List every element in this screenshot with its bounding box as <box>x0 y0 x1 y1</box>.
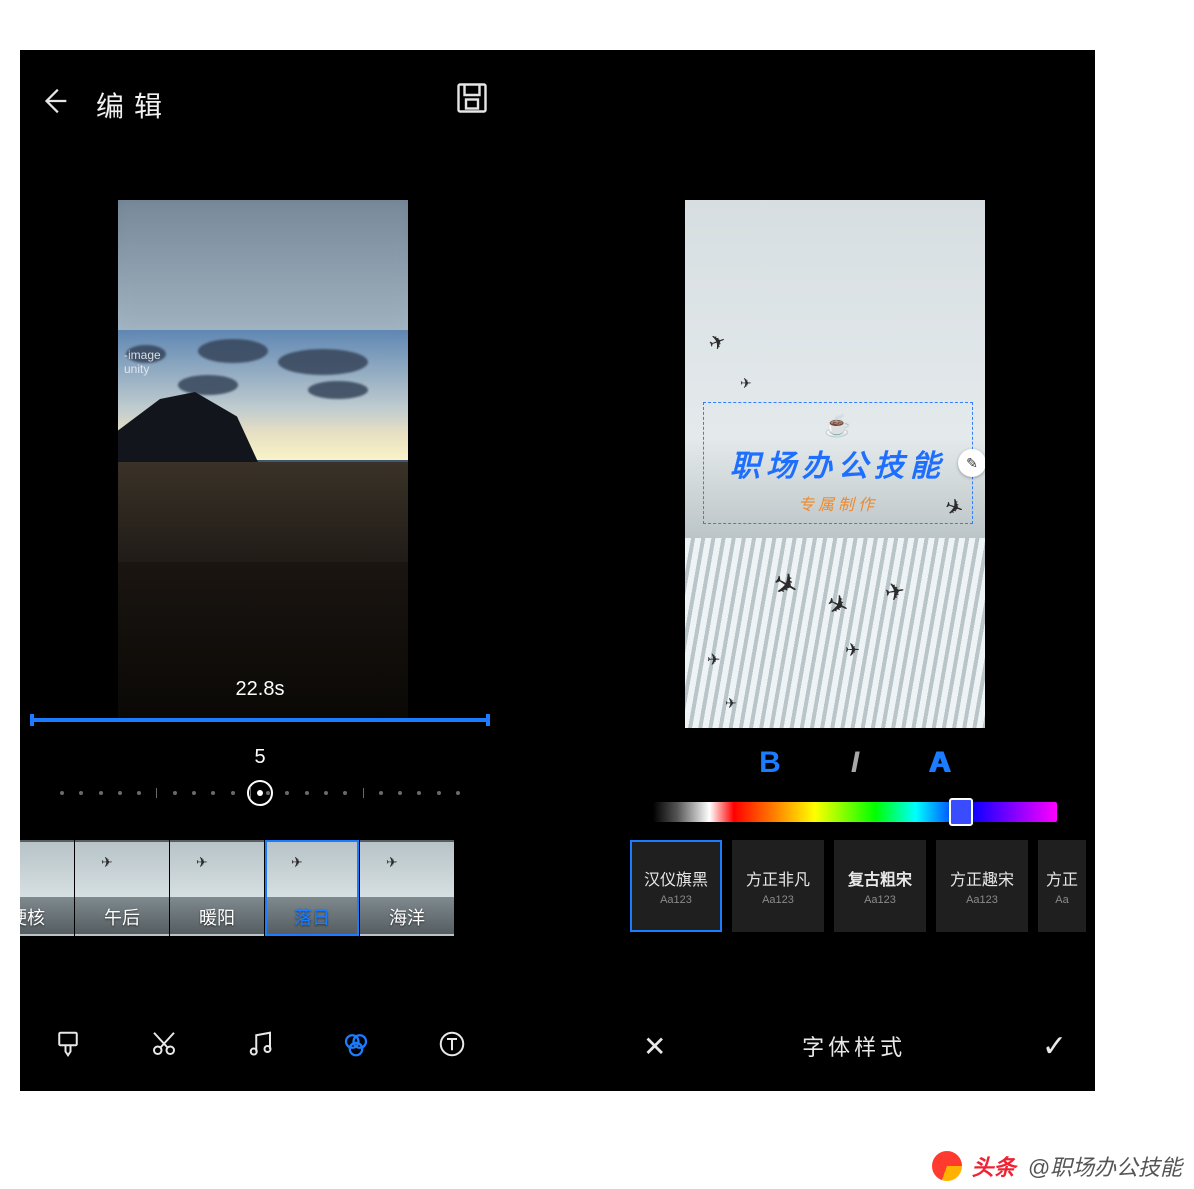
font-option[interactable]: 方正趣宋 Aa123 <box>936 840 1028 932</box>
font-sample: Aa <box>1055 894 1068 906</box>
font-name: 复古粗宋 <box>848 866 912 890</box>
close-icon[interactable]: ✕ <box>643 1030 666 1063</box>
font-name: 方正非凡 <box>746 866 810 890</box>
filter-option[interactable]: ✈ 午后 <box>75 840 169 936</box>
filter-option[interactable]: ✈ 暖阳 <box>170 840 264 936</box>
text-overlay[interactable]: ☕ 职场办公技能 专属制作 ✎ <box>703 402 973 524</box>
video-preview[interactable]: ✈ ✈ ✈ ✈ ✈ ✈ ✈ ✈ ✈ ☕ 职场办公技能 专属制作 ✎ <box>685 200 985 728</box>
color-slider-handle[interactable] <box>949 798 973 826</box>
editor-text-style-screen: ✈ ✈ ✈ ✈ ✈ ✈ ✈ ✈ ✈ ☕ 职场办公技能 专属制作 ✎ B I A <box>615 50 1095 1091</box>
panel-title: 字体样式 <box>802 1030 906 1062</box>
font-option[interactable]: 方正 Aa <box>1038 840 1086 932</box>
video-preview[interactable]: -image unity <box>118 200 408 722</box>
filter-label: 硬核 <box>20 904 72 930</box>
title-sub: 专属制作 <box>716 491 960 515</box>
editor-bottom-bar <box>20 1011 500 1081</box>
watermark-brand: 头条 <box>972 1150 1016 1182</box>
slider-value: 5 <box>20 746 500 769</box>
filter-label: 暖阳 <box>172 904 262 930</box>
italic-toggle[interactable]: I <box>851 746 859 780</box>
music-icon[interactable] <box>245 1029 275 1064</box>
duration-label: 22.8s <box>20 678 500 701</box>
font-sample: Aa123 <box>966 894 998 906</box>
font-sample: Aa123 <box>762 894 794 906</box>
back-icon[interactable] <box>38 84 72 127</box>
font-name: 方正 <box>1046 866 1078 890</box>
toutiao-logo-icon <box>930 1149 964 1183</box>
timeline-bar[interactable] <box>30 718 490 722</box>
cup-icon: ☕ <box>716 413 960 439</box>
filter-option[interactable]: ✈ 落日 <box>265 840 359 936</box>
page-watermark: 头条 @职场办公技能 <box>930 1149 1182 1183</box>
panel-footer: ✕ 字体样式 ✓ <box>615 1011 1095 1081</box>
font-name: 方正趣宋 <box>950 866 1014 890</box>
page-title: 编辑 <box>96 85 172 125</box>
brush-icon[interactable] <box>53 1029 83 1064</box>
font-option[interactable]: 汉仪旗黑 Aa123 <box>630 840 722 932</box>
text-icon[interactable] <box>437 1029 467 1064</box>
font-option[interactable]: 方正非凡 Aa123 <box>732 840 824 932</box>
filter-option[interactable]: ✈ 海洋 <box>360 840 454 936</box>
font-strip[interactable]: 汉仪旗黑 Aa123 方正非凡 Aa123 复古粗宋 Aa123 方正趣宋 Aa… <box>630 840 1095 940</box>
font-sample: Aa123 <box>660 894 692 906</box>
save-icon[interactable] <box>454 80 490 116</box>
title-main: 职场办公技能 <box>716 441 960 485</box>
filter-label: 落日 <box>267 904 357 930</box>
outline-toggle[interactable]: A <box>929 746 951 780</box>
text-style-toggles: B I A <box>615 738 1095 788</box>
cut-icon[interactable] <box>149 1029 179 1064</box>
watermark-author: @职场办公技能 <box>1028 1150 1182 1182</box>
edit-text-icon[interactable]: ✎ <box>958 449 985 477</box>
editor-filters-screen: 编辑 -image unity 22.8s <box>20 50 500 1091</box>
intensity-slider[interactable]: 5 <box>20 740 500 820</box>
font-name: 汉仪旗黑 <box>644 866 708 890</box>
filter-icon[interactable] <box>341 1029 371 1064</box>
confirm-icon[interactable]: ✓ <box>1042 1029 1067 1064</box>
filter-option[interactable]: ✈ 硬核 <box>20 840 74 936</box>
editor-header: 编辑 <box>20 50 500 160</box>
bold-toggle[interactable]: B <box>759 746 781 780</box>
font-sample: Aa123 <box>864 894 896 906</box>
preview-watermark: -image unity <box>124 348 161 377</box>
filter-label: 海洋 <box>362 904 452 930</box>
filter-label: 午后 <box>77 904 167 930</box>
filter-strip[interactable]: ✈ 硬核 ✈ 午后 ✈ 暖阳 ✈ 落日 ✈ 海洋 <box>20 840 500 940</box>
slider-knob[interactable] <box>247 780 273 806</box>
stage: 编辑 -image unity 22.8s <box>20 50 1095 1091</box>
color-slider[interactable] <box>653 802 1057 822</box>
font-option[interactable]: 复古粗宋 Aa123 <box>834 840 926 932</box>
